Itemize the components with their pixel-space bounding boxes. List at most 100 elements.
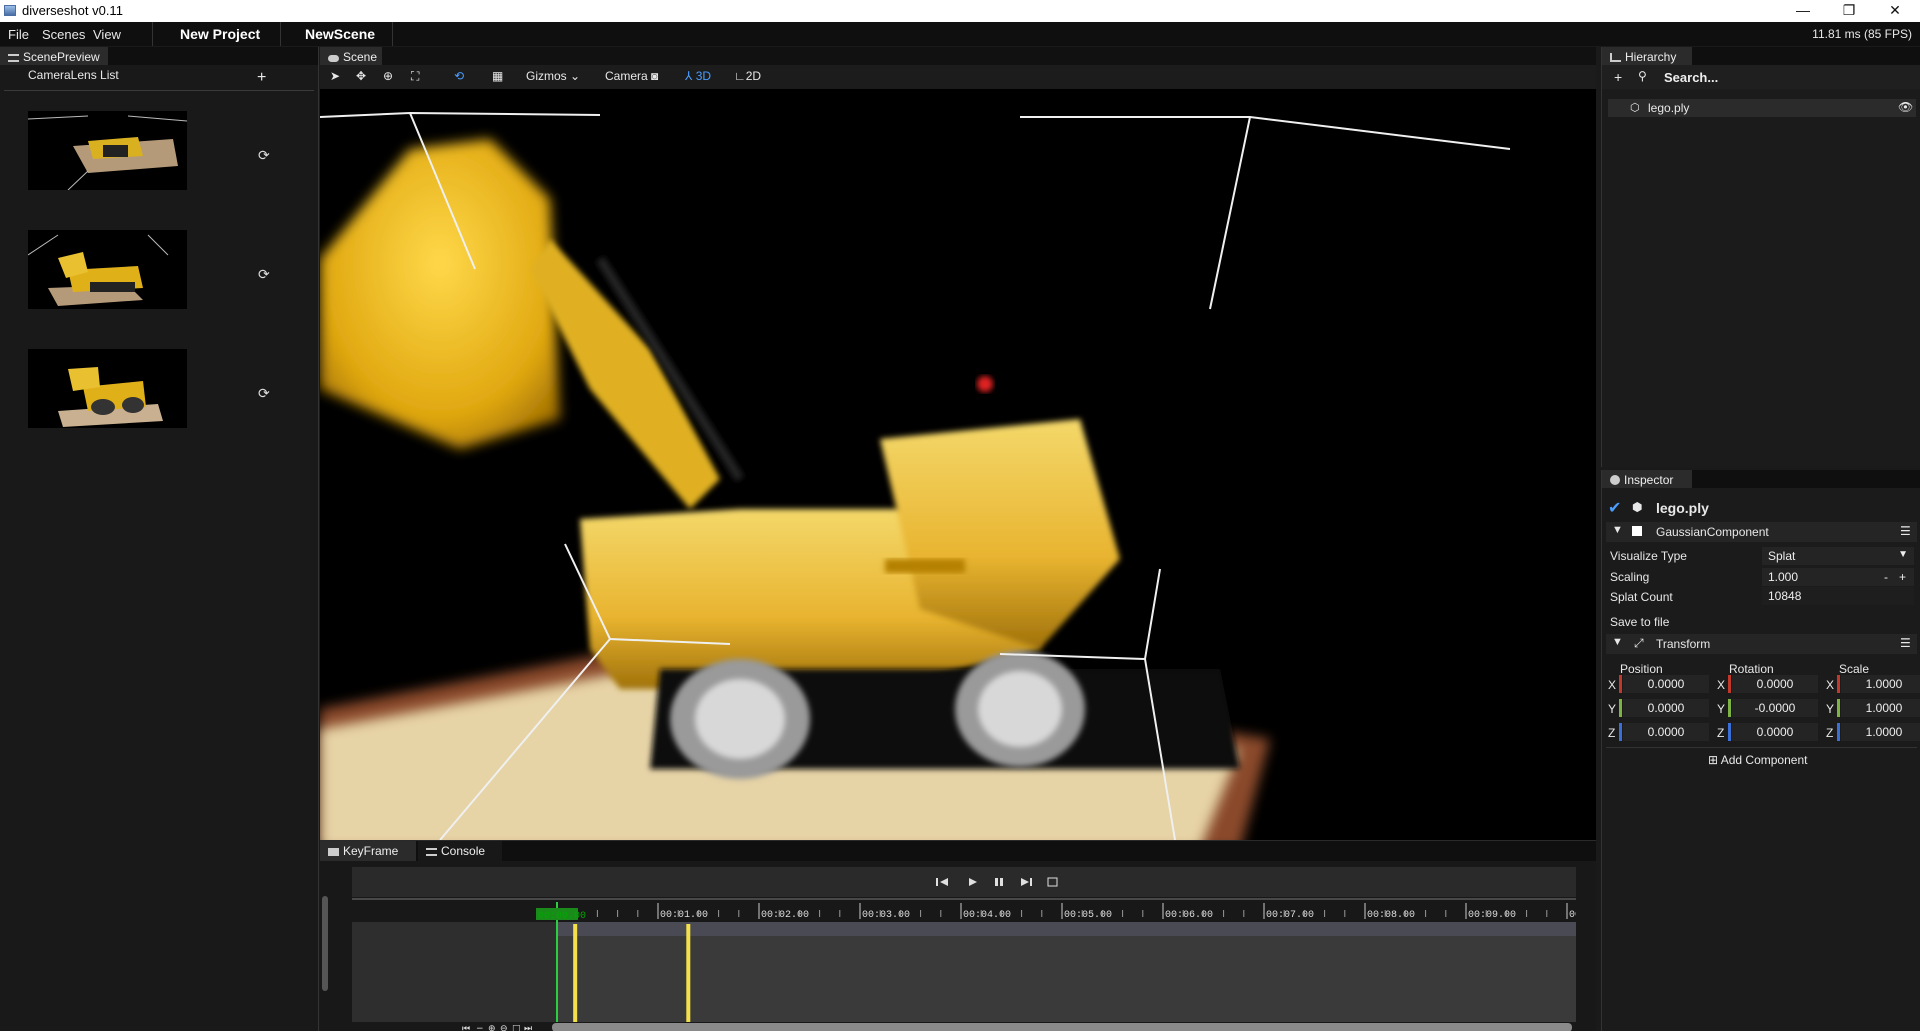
svg-text:⏮: ⏮ [462,1024,470,1031]
tab-separator [280,22,281,46]
add-camera-button[interactable]: + [257,69,266,87]
select-tool-icon[interactable]: ➤ [330,69,340,83]
keyframe-panel: KeyFrame Console 00:01.00 00:02.00 00:03.0… [320,840,1617,1031]
eye-icon[interactable]: 👁 [1898,100,1913,114]
hierarchy-toolbar: + ⚲ Search... [1602,65,1920,89]
dropdown-arrow-icon: ▼ [1898,549,1908,560]
tab-separator [152,22,153,46]
tab-new-scene[interactable]: NewScene [305,26,375,42]
mode-3d-button[interactable]: ⅄ 3D [685,69,711,83]
scale-z-input[interactable]: 1.0000 [1841,723,1920,741]
camera-thumbnail[interactable] [28,349,187,428]
gizmos-dropdown[interactable]: Gizmos ⌄ [526,69,580,83]
axis-color-marker [1728,675,1731,693]
maximize-button[interactable]: ❐ [1826,0,1872,22]
axis-label: Z [1717,726,1725,740]
enable-checkbox[interactable] [1632,526,1642,536]
axes-2d-icon: ∟ [734,69,746,83]
scene-viewport[interactable] [320,89,1596,840]
transform-tool-icon[interactable]: ⟲ [454,69,464,83]
timeline-tick-label: 00:01.00 [660,910,708,921]
vertical-scrollbar[interactable] [322,896,328,991]
mode-2d-button[interactable]: ∟2D [734,69,761,83]
scaling-label: Scaling [1610,570,1650,584]
tab-label: Console [441,844,486,858]
gaussian-component-header[interactable]: ▼ GaussianComponent ☰ [1606,522,1917,542]
settings-icon[interactable]: ☰ [1900,524,1911,538]
position-x-input[interactable]: 0.0000 [1623,675,1709,693]
keyframe-marker[interactable] [686,924,691,1022]
timeline-tick-label: 00:04.00 [963,910,1011,921]
scale-x-input[interactable]: 1.0000 [1841,675,1920,693]
menu-view[interactable]: View [93,27,121,42]
list-icon [426,848,437,856]
tab-hierarchy[interactable]: Hierarchy [1602,47,1692,65]
camera-thumbnail[interactable] [28,230,187,309]
cube-icon: ⬡ [1630,102,1640,114]
hierarchy-icon [1610,53,1621,62]
rotation-y-input[interactable]: -0.0000 [1732,699,1818,717]
object-icon: ⬢ [1632,500,1643,514]
collapse-icon: ▼ [1612,636,1623,648]
refresh-icon[interactable]: ⟳ [258,147,270,164]
axis-label: X [1717,678,1726,692]
svg-text:−: − [476,1024,484,1031]
scaling-decrement-button[interactable]: - [1884,570,1888,584]
camera-button[interactable]: Camera ◙ [605,69,658,83]
timeline-tick-label: 00:03.00 [862,910,910,921]
hierarchy-item[interactable]: ⬡ lego.ply 👁 [1608,99,1916,117]
rotation-z-input[interactable]: 0.0000 [1732,723,1818,741]
visualize-type-select[interactable]: Splat ▼ [1762,547,1914,565]
scene-toolbar: ➤ ✥ ⊕ ⛶ ⟲ ▦ Gizmos ⌄ Camera ◙ ⅄ 3D ∟2D [320,65,1596,89]
app-icon [4,5,16,16]
visualize-type-value: Splat [1768,549,1796,563]
keyframe-marker[interactable] [573,924,578,1022]
refresh-icon[interactable]: ⟳ [258,266,270,283]
search-input[interactable]: Search... [1664,70,1718,85]
minimize-button[interactable]: — [1780,0,1826,22]
gizmos-label: Gizmos [526,69,567,83]
tab-keyframe[interactable]: KeyFrame [320,841,416,861]
axis-label: Y [1826,702,1835,716]
move-tool-icon[interactable]: ✥ [356,69,366,83]
divider [1606,747,1917,748]
refresh-icon[interactable]: ⟳ [258,385,270,402]
scaling-input[interactable]: 1.000 - + [1762,568,1914,586]
save-to-file-button[interactable]: Save to file [1610,615,1669,629]
object-name: lego.ply [1656,500,1709,516]
splat-render [320,111,1511,840]
tab-scene-preview[interactable]: ScenePreview [0,47,108,65]
menu-file[interactable]: File [8,27,29,42]
tab-console[interactable]: Console [418,841,502,861]
rotation-x-input[interactable]: 0.0000 [1732,675,1818,693]
axis-color-marker [1837,723,1840,741]
tab-label: Hierarchy [1625,50,1677,64]
add-box-icon: ⊞ [1708,753,1719,767]
tab-new-project[interactable]: New Project [180,26,260,42]
rotate-tool-icon[interactable]: ⊕ [383,69,393,83]
grid-tool-icon[interactable]: ▦ [492,69,503,83]
close-button[interactable]: ✕ [1872,0,1918,22]
camera-thumbnail[interactable] [28,111,187,190]
visualize-type-label: Visualize Type [1610,549,1687,563]
tab-separator [392,22,393,46]
scale-y-input[interactable]: 1.0000 [1841,699,1920,717]
axis-label: X [1826,678,1835,692]
position-z-input[interactable]: 0.0000 [1623,723,1709,741]
transform-header[interactable]: ▼ ⤢ Transform ☰ [1606,634,1917,654]
scale-tool-icon[interactable]: ⛶ [411,69,419,84]
tab-inspector[interactable]: Inspector [1602,470,1692,488]
scaling-increment-button[interactable]: + [1899,570,1906,584]
window-titlebar: diverseshot v0.11 — ❐ ✕ [0,0,1920,22]
tab-scene[interactable]: Scene [320,47,382,65]
timeline-canvas: 00:01.00 00:02.00 00:03.00 00:04.00 00:05.00… [352,867,1617,1031]
position-y-input[interactable]: 0.0000 [1623,699,1709,717]
add-object-button[interactable]: + [1614,69,1622,85]
menu-scenes[interactable]: Scenes [42,27,85,42]
add-component-button[interactable]: ⊞ Add Component [1708,753,1807,767]
gamepad-icon [328,55,339,62]
camera-label: Camera [605,69,648,83]
active-checkbox[interactable]: ✔ [1608,498,1621,518]
timeline-tick-label: 00:02.00 [761,910,809,921]
settings-icon[interactable]: ☰ [1900,636,1911,650]
